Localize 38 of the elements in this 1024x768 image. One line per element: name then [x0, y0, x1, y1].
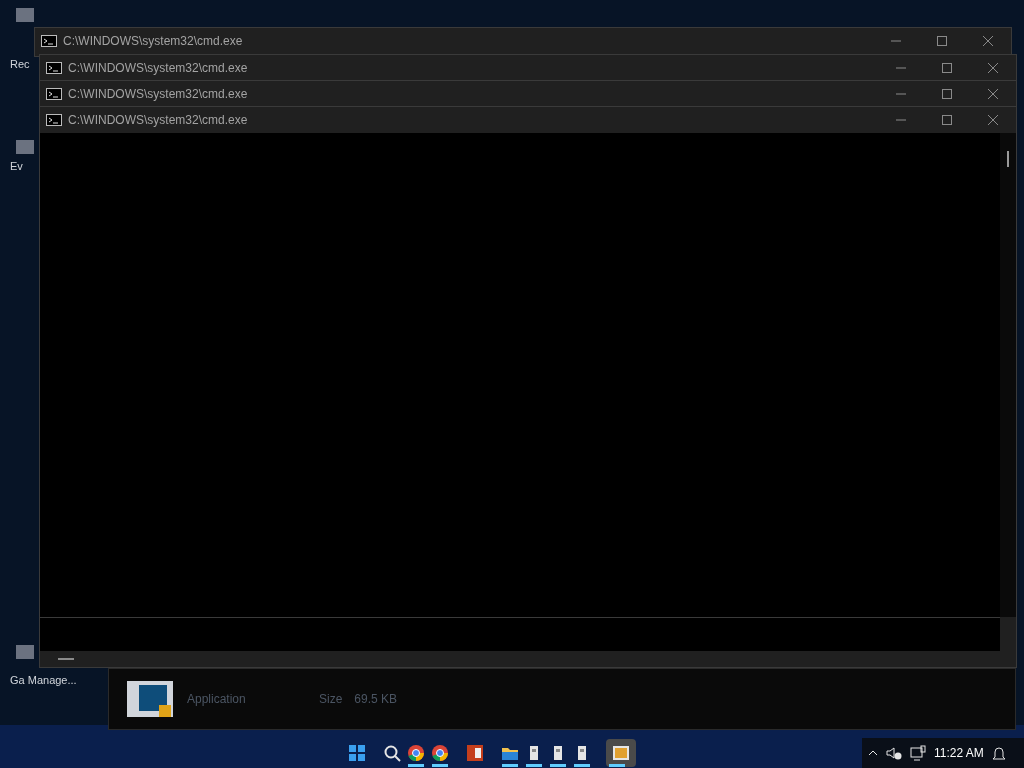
window-title: C:\WINDOWS\system32\cmd.exe [68, 60, 249, 77]
close-icon [988, 89, 998, 99]
browser-icon [407, 744, 425, 762]
size-value: 69.5 KB [354, 691, 398, 708]
network-icon[interactable] [910, 745, 926, 761]
close-icon [983, 36, 993, 46]
chevron-up-icon[interactable] [868, 750, 878, 756]
desktop-icon-label[interactable]: Ga Manage... [10, 674, 77, 687]
notification-bell-icon[interactable] [991, 745, 1006, 761]
window-title: C:\WINDOWS\system32\cmd.exe [68, 112, 249, 129]
console-icon [46, 114, 62, 126]
desktop-icon-label[interactable]: Rec [10, 58, 30, 71]
maximize-icon [937, 36, 947, 46]
close-icon [988, 63, 998, 73]
installer-icon [125, 679, 175, 719]
window-title: C:\WINDOWS\system32\cmd.exe [63, 33, 244, 50]
window-title: C:\WINDOWS\system32\cmd.exe [68, 86, 249, 103]
console-icon [46, 88, 62, 100]
browser-icon [431, 744, 449, 762]
maximize-icon [942, 63, 952, 73]
picture-icon [612, 744, 630, 762]
start-icon [348, 744, 366, 762]
taskbar-button[interactable] [606, 739, 636, 767]
presentation-icon [466, 744, 484, 762]
close-icon [988, 115, 998, 125]
console-icon [41, 35, 57, 47]
desktop-icon-label[interactable]: Ev [10, 160, 23, 173]
size-label: Size [319, 691, 343, 708]
file-type-text: Application [187, 691, 247, 708]
maximize-icon [942, 115, 952, 125]
speaker-muted-icon[interactable] [886, 746, 902, 760]
console-icon [46, 62, 62, 74]
search-icon [383, 744, 401, 762]
clock-text[interactable]: 11:22 AM [934, 744, 984, 762]
maximize-icon [942, 89, 952, 99]
minimized-bar-icon [58, 658, 74, 660]
scrollbar-thumb[interactable] [1007, 151, 1009, 167]
vertical-scrollbar[interactable] [1000, 133, 1016, 617]
